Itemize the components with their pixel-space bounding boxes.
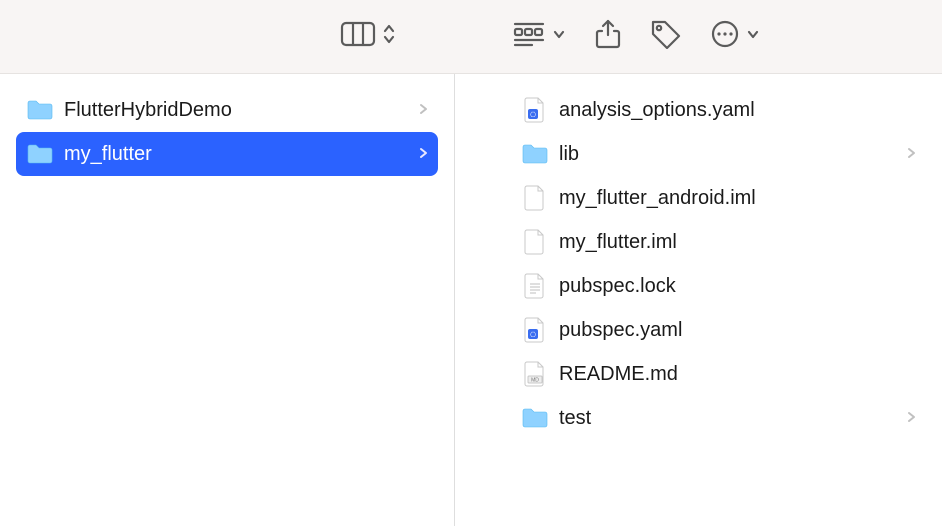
group-by-button[interactable] (512, 20, 566, 53)
chevron-right-icon (906, 143, 916, 166)
item-label: analysis_options.yaml (559, 99, 916, 122)
tag-icon (650, 19, 682, 54)
item-label: test (559, 407, 896, 430)
item-label: lib (559, 143, 896, 166)
file-icon (523, 272, 547, 300)
share-button[interactable] (594, 18, 622, 55)
column-2: ⎔ analysis_options.yamllib my_flutter_andr… (455, 74, 942, 526)
group-icon (512, 20, 546, 53)
file-icon: MD (523, 360, 547, 388)
svg-text:⎔: ⎔ (530, 331, 536, 339)
view-columns-button[interactable] (340, 20, 396, 53)
item-analysis-options-yaml[interactable]: ⎔ analysis_options.yaml (511, 88, 926, 132)
item-label: pubspec.yaml (559, 319, 916, 342)
item-pubspec-yaml[interactable]: ⎔ pubspec.yaml (511, 308, 926, 352)
file-icon (523, 228, 547, 256)
svg-text:⎔: ⎔ (530, 111, 536, 119)
item-label: my_flutter.iml (559, 231, 916, 254)
item-lib[interactable]: lib (511, 132, 926, 176)
item-flutterhybriddemo[interactable]: FlutterHybridDemo (16, 88, 438, 132)
item-label: pubspec.lock (559, 275, 916, 298)
more-actions-button[interactable] (710, 19, 760, 54)
item-label: FlutterHybridDemo (64, 99, 408, 122)
item-label: my_flutter_android.iml (559, 187, 916, 210)
up-down-icon (382, 23, 396, 50)
folder-icon (521, 407, 549, 429)
more-icon (710, 19, 740, 54)
file-icon: ⎔ (523, 316, 547, 344)
chevron-down-icon (552, 27, 566, 46)
columns-icon (340, 20, 376, 53)
column-1: FlutterHybridDemo my_flutter (0, 74, 455, 526)
item-pubspec-lock[interactable]: pubspec.lock (511, 264, 926, 308)
item-label: README.md (559, 363, 916, 386)
toolbar (0, 0, 942, 74)
tags-button[interactable] (650, 19, 682, 54)
item-my-flutter-android-iml[interactable]: my_flutter_android.iml (511, 176, 926, 220)
columns-browser: FlutterHybridDemo my_flutter ⎔ analysis_op… (0, 74, 942, 526)
item-my-flutter-iml[interactable]: my_flutter.iml (511, 220, 926, 264)
svg-text:MD: MD (531, 378, 539, 384)
chevron-right-icon (418, 99, 428, 122)
folder-icon (26, 143, 54, 165)
folder-icon (26, 99, 54, 121)
item-readme-md[interactable]: MD README.md (511, 352, 926, 396)
item-test[interactable]: test (511, 396, 926, 440)
item-label: my_flutter (64, 143, 408, 166)
file-icon (523, 184, 547, 212)
file-icon: ⎔ (523, 96, 547, 124)
chevron-down-icon (746, 27, 760, 46)
folder-icon (521, 143, 549, 165)
chevron-right-icon (906, 407, 916, 430)
share-icon (594, 18, 622, 55)
item-my-flutter[interactable]: my_flutter (16, 132, 438, 176)
chevron-right-icon (418, 143, 428, 166)
